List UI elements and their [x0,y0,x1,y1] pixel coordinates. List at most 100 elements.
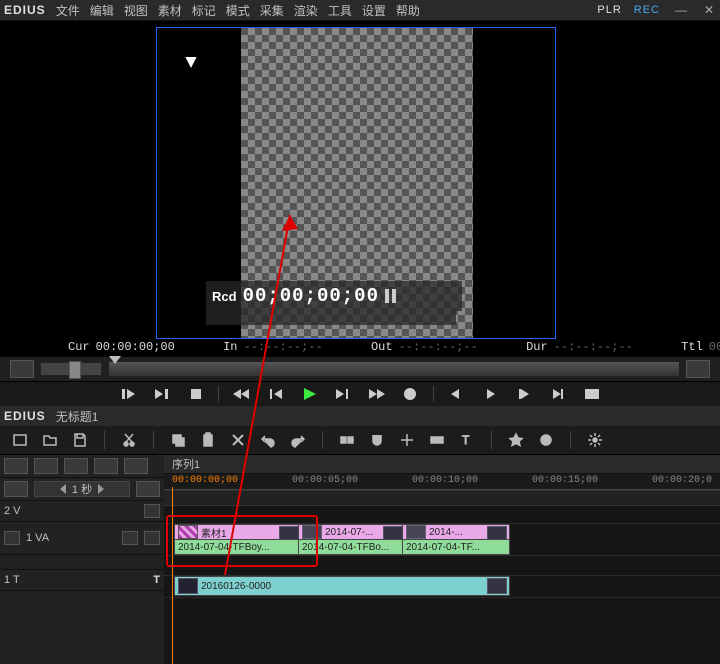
prev-edit-button[interactable] [508,384,540,404]
cur-label: Cur [68,340,90,354]
prev-frame-button[interactable] [259,384,291,404]
clip-title[interactable]: 20160126-0000 [174,576,510,596]
track-header-1va[interactable]: 1 VA [0,522,164,555]
clip-end-thumb-icon [487,578,507,594]
timeline-playhead[interactable] [172,487,173,664]
menu-tools[interactable]: 工具 [328,2,352,19]
clip-audio[interactable]: 2014-07-04-TFBoy... [174,539,302,555]
cur-value: 00:00:00;00 [96,340,175,354]
clip-video[interactable]: 素材1 [174,524,302,540]
menu-mode[interactable]: 模式 [226,2,250,19]
chevron-left-icon[interactable] [60,484,66,494]
zoom-in-button[interactable] [136,481,160,497]
speed-slider[interactable] [40,362,102,376]
menu-marker[interactable]: 标记 [192,2,216,19]
dur-label: Dur [526,340,548,354]
svg-text:T: T [462,433,470,447]
go-in-button[interactable] [440,384,472,404]
tool-c[interactable] [64,458,88,474]
ripple-icon[interactable] [337,431,357,449]
ruler-tick: 00:00:05;00 [292,475,358,486]
settings-icon[interactable] [585,431,605,449]
clip-end-thumb-icon [279,526,299,540]
track-header-2v[interactable]: 2 V [0,501,164,522]
chevron-right-icon[interactable] [98,484,104,494]
close-button[interactable]: ✕ [702,3,716,17]
playhead-icon[interactable] [109,356,121,364]
clip-label: 2014-07-04-TF... [406,542,480,553]
menu-capture[interactable]: 采集 [260,2,284,19]
clip-label: 2014-07-... [325,527,373,538]
scrub-track[interactable] [108,361,680,377]
minimize-button[interactable]: — [674,3,688,17]
new-sequence-icon[interactable] [10,431,30,449]
play-button[interactable] [293,384,325,404]
mark-out-button[interactable] [146,384,178,404]
track-patch-icon[interactable] [4,531,20,545]
menu-view[interactable]: 视图 [124,2,148,19]
export-button[interactable] [576,384,608,404]
sequence-tab[interactable]: 序列1 [164,455,720,474]
tool-d[interactable] [94,458,118,474]
track-lock-icon[interactable] [122,531,138,545]
effects-icon[interactable] [506,431,526,449]
menu-settings[interactable]: 设置 [362,2,386,19]
scrub-mode-button[interactable] [10,360,34,378]
track-toggle-icon[interactable] [144,504,160,518]
clip-video[interactable]: 2014-07-... [298,524,406,540]
slider-thumb-icon[interactable] [69,361,81,379]
stop-button[interactable] [180,384,212,404]
open-icon[interactable] [40,431,60,449]
time-ruler[interactable]: 00:00:00;00 00:00:05;00 00:00:10;00 00:0… [164,474,720,491]
menu-edit[interactable]: 编辑 [90,2,114,19]
snap-icon[interactable] [367,431,387,449]
menu-render[interactable]: 渲染 [294,2,318,19]
cut-icon[interactable] [119,431,139,449]
go-out-button[interactable] [474,384,506,404]
lane-1t[interactable]: 20160126-0000 [164,575,720,598]
clip-video[interactable]: 2014-... [402,524,510,540]
track-header-1t[interactable]: 1 T T [0,570,164,591]
insert-icon[interactable] [397,431,417,449]
redo-icon[interactable] [288,431,308,449]
track-mute-icon[interactable] [144,531,160,545]
lane-1va[interactable]: 素材1 2014-07-... 2014-... 2014-07-04-TFBo… [164,523,720,556]
menu-help[interactable]: 帮助 [396,2,420,19]
tool-e[interactable] [124,458,148,474]
rewind-button[interactable] [225,384,257,404]
timecode-row: Cur 00:00:00;00 In --:--:--;-- Out --:--… [0,338,720,356]
tool-a[interactable] [4,458,28,474]
mode-plr[interactable]: PLR [597,4,621,16]
preview-monitor: Rcd 00;00;00;00 Cur 00:00:00;00 In --:--… [0,21,720,356]
copy-icon[interactable] [168,431,188,449]
loop-button[interactable] [395,384,427,404]
record-timecode-overlay: Rcd 00;00;00;00 [206,281,462,311]
transport-bar [0,382,720,406]
paste-icon[interactable] [198,431,218,449]
scrub-end-button[interactable] [686,360,710,378]
next-edit-button[interactable] [542,384,574,404]
render-icon[interactable] [536,431,556,449]
project-title: 无标题1 [56,408,99,425]
mode-rec[interactable]: REC [634,4,660,16]
in-value: --:--:--;-- [244,340,323,354]
tool-b[interactable] [34,458,58,474]
delete-icon[interactable] [228,431,248,449]
timeline-tracks[interactable]: 序列1 00:00:00;00 00:00:05;00 00:00:10;00 … [164,455,720,664]
undo-icon[interactable] [258,431,278,449]
out-label: Out [371,340,393,354]
scrub-row [0,356,720,382]
menu-clip[interactable]: 素材 [158,2,182,19]
title-icon[interactable]: T [457,431,477,449]
clip-audio[interactable]: 2014-07-04-TF... [402,539,510,555]
zoom-level[interactable]: 1 秒 [34,481,130,497]
lane-2v[interactable] [164,503,720,524]
save-icon[interactable] [70,431,90,449]
zoom-out-button[interactable] [4,481,28,497]
next-frame-button[interactable] [327,384,359,404]
menu-file[interactable]: 文件 [56,2,80,19]
fastfwd-button[interactable] [361,384,393,404]
mark-in-button[interactable] [112,384,144,404]
clip-audio[interactable]: 2014-07-04-TFBo... [298,539,406,555]
overwrite-icon[interactable] [427,431,447,449]
